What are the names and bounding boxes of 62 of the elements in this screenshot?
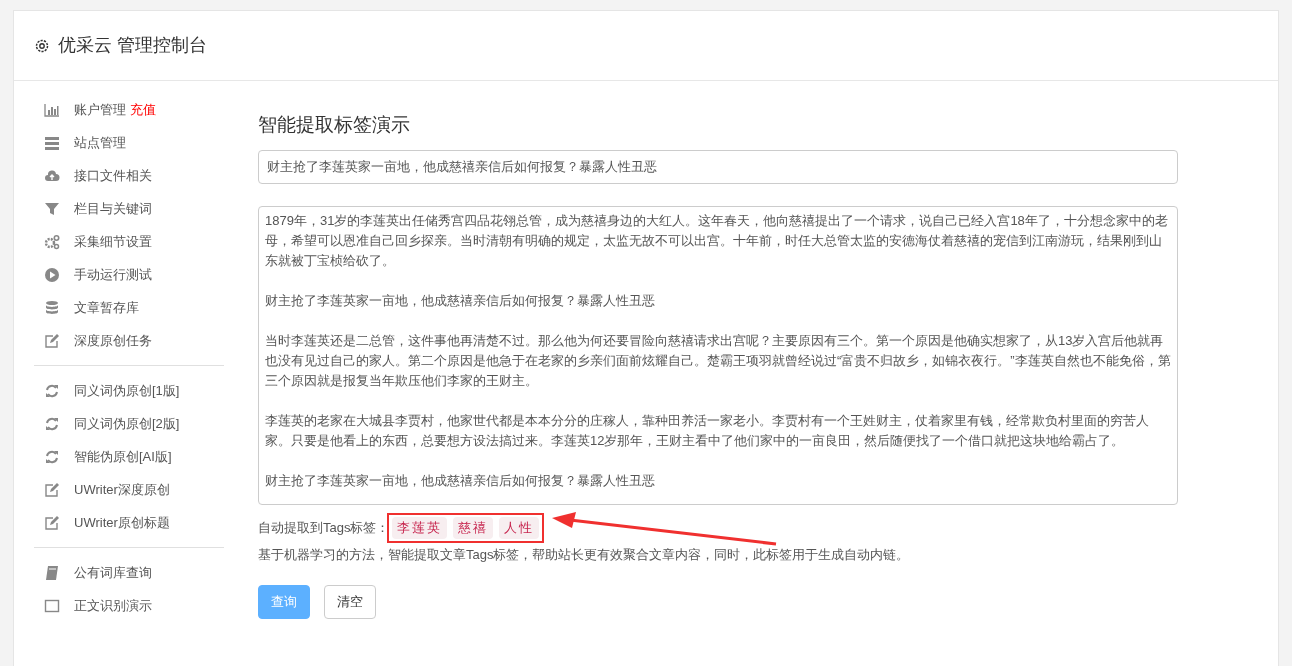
content-paragraph: 财主抢了李莲英家一亩地，他成慈禧亲信后如何报复？暴露人性丑恶 — [265, 472, 656, 490]
edit-icon — [44, 481, 60, 498]
sidebar-item[interactable]: 手动运行测试 — [34, 258, 224, 291]
sidebar-label: UWriter深度原创 — [74, 480, 170, 499]
sidebar-label: 账户管理 — [74, 100, 126, 119]
sidebar-item[interactable]: 采集细节设置 — [34, 225, 224, 258]
settings-icon — [34, 37, 50, 54]
square-icon — [44, 597, 60, 614]
sidebar-label: 采集细节设置 — [74, 232, 152, 251]
sidebar-label: 栏目与关键词 — [74, 199, 152, 218]
book-icon — [44, 564, 60, 581]
sidebar-item[interactable]: 栏目与关键词 — [34, 192, 224, 225]
gears-icon — [44, 233, 60, 250]
clear-button[interactable]: 清空 — [324, 584, 376, 619]
content-field[interactable] — [258, 206, 1178, 505]
description-text: 基于机器学习的方法，智能提取文章Tags标签，帮助站长更有效聚合文章内容，同时，此标签用于生成自动内链。 — [258, 546, 911, 564]
cloud-upload-icon — [44, 167, 60, 184]
edit-icon — [44, 332, 60, 349]
content-paragraph: 财主抢了李莲英家一亩地，他成慈禧亲信后如何报复？暴露人性丑恶 — [265, 292, 656, 310]
sidebar-label: 站点管理 — [74, 133, 126, 152]
page-heading: 智能提取标签演示 — [258, 113, 411, 137]
sidebar-label: 接口文件相关 — [74, 166, 152, 185]
content-paragraph: 李莲英的老家在大城县李贾村，他家世代都是本本分分的庄稼人，靠种田养活一家老小。李贾村有一个王姓财主，仗着家里有钱，经常欺负村里面的穷苦人家。只要是他看上的东西，总要想方设法搞过来。李莲英12岁那年，王财主看中了他们家中的一亩良田，然后随便找了一个借口就把这块地给霸占了。 — [265, 412, 1150, 450]
database-icon — [44, 299, 60, 316]
sidebar-label: 正文识别演示 — [74, 596, 152, 615]
title-field[interactable]: 财主抢了李莲英家一亩地，他成慈禧亲信后如何报复？暴露人性丑恶 — [258, 150, 1178, 184]
console-title: 优采云 管理控制台 — [58, 34, 207, 57]
sidebar-item[interactable]: 正文识别演示 — [34, 589, 224, 622]
sidebar-item[interactable]: 智能伪原创[AI版] — [34, 440, 224, 473]
sidebar-item[interactable]: 文章暂存库 — [34, 291, 224, 324]
tag: 人性 — [499, 517, 540, 539]
sidebar-item[interactable]: 同义词伪原创[2版] — [34, 407, 224, 440]
sidebar-label: UWriter原创标题 — [74, 513, 170, 532]
bar-chart-icon — [44, 101, 60, 118]
content-paragraph: 当时李莲英还是二总管，这件事他再清楚不过。那么他为何还要冒险向慈禧请求出宫呢？主要原因有三个。第一个原因是他确实想家了，从13岁入宫后他就再也没有见过自己的家人。第二个原因是他急于在老家的乡亲们面前炫耀自己。楚霸王项羽就曾经说过“富贵不归故乡，如锦衣夜行。”李莲英自然也不能免俗，第三个原因就是报复当年欺压他们李家的王财主。 — [265, 332, 1171, 390]
filter-icon — [44, 200, 60, 217]
sidebar-item[interactable]: 接口文件相关 — [34, 159, 224, 192]
sidebar-item[interactable]: 站点管理 — [34, 126, 224, 159]
refresh-icon — [44, 415, 60, 432]
tag: 慈禧 — [453, 517, 494, 539]
content-paragraph: 1879年，31岁的李莲英出任储秀宫四品花翎总管，成为慈禧身边的大红人。这年春天，他向慈禧提出了一个请求，说自己已经入宫18年了，十分想念家中的老母，希望可以恩准自己回乡探亲。当时清朝有明确的规定，太监无故不可以出宫。十年前，时任大总管太监的安德海仗着慈禧的宠信到江南游玩，结果刚到山东就被丁宝桢给砍了。 — [265, 212, 1169, 270]
sidebar-item[interactable]: 同义词伪原创[1版] — [34, 374, 224, 407]
sidebar-label: 智能伪原创[AI版] — [74, 447, 172, 466]
refresh-icon — [44, 448, 60, 465]
sidebar-item[interactable]: 账户管理 充值 — [34, 93, 224, 126]
sidebar-item[interactable]: UWriter原创标题 — [34, 506, 224, 539]
sidebar-item[interactable]: UWriter深度原创 — [34, 473, 224, 506]
tags-label: 自动提取到Tags标签： — [258, 519, 390, 538]
sidebar-label: 同义词伪原创[1版] — [74, 381, 180, 400]
sidebar-label: 公有词库查询 — [74, 563, 152, 582]
sidebar-item[interactable]: 公有词库查询 — [34, 556, 224, 589]
sidebar-item[interactable]: 深度原创任务 — [34, 324, 224, 357]
play-icon — [44, 266, 60, 283]
sidebar-label: 手动运行测试 — [74, 265, 152, 284]
recharge-link[interactable]: 充值 — [130, 99, 156, 120]
server-icon — [44, 134, 60, 151]
sidebar-label: 深度原创任务 — [74, 331, 152, 350]
refresh-icon — [44, 382, 60, 399]
sidebar-label: 同义词伪原创[2版] — [74, 414, 180, 433]
edit-icon — [44, 514, 60, 531]
tag: 李莲英 — [392, 517, 448, 539]
sidebar-label: 文章暂存库 — [74, 298, 139, 317]
